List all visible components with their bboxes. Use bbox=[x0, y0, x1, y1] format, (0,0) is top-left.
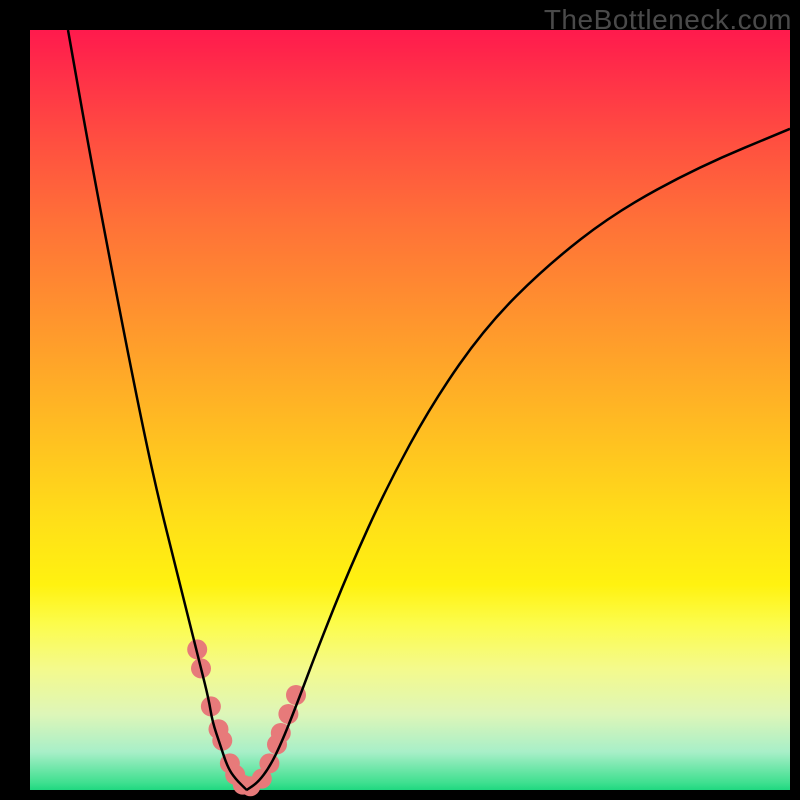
plot-area bbox=[30, 30, 790, 790]
bottleneck-curve-right bbox=[247, 129, 790, 790]
bottleneck-curve-left bbox=[68, 30, 247, 790]
chart-frame: TheBottleneck.com bbox=[0, 0, 800, 800]
curve-svg bbox=[30, 30, 790, 790]
chart-marker bbox=[259, 753, 279, 773]
chart-markers bbox=[187, 639, 306, 796]
watermark-text: TheBottleneck.com bbox=[544, 4, 792, 36]
